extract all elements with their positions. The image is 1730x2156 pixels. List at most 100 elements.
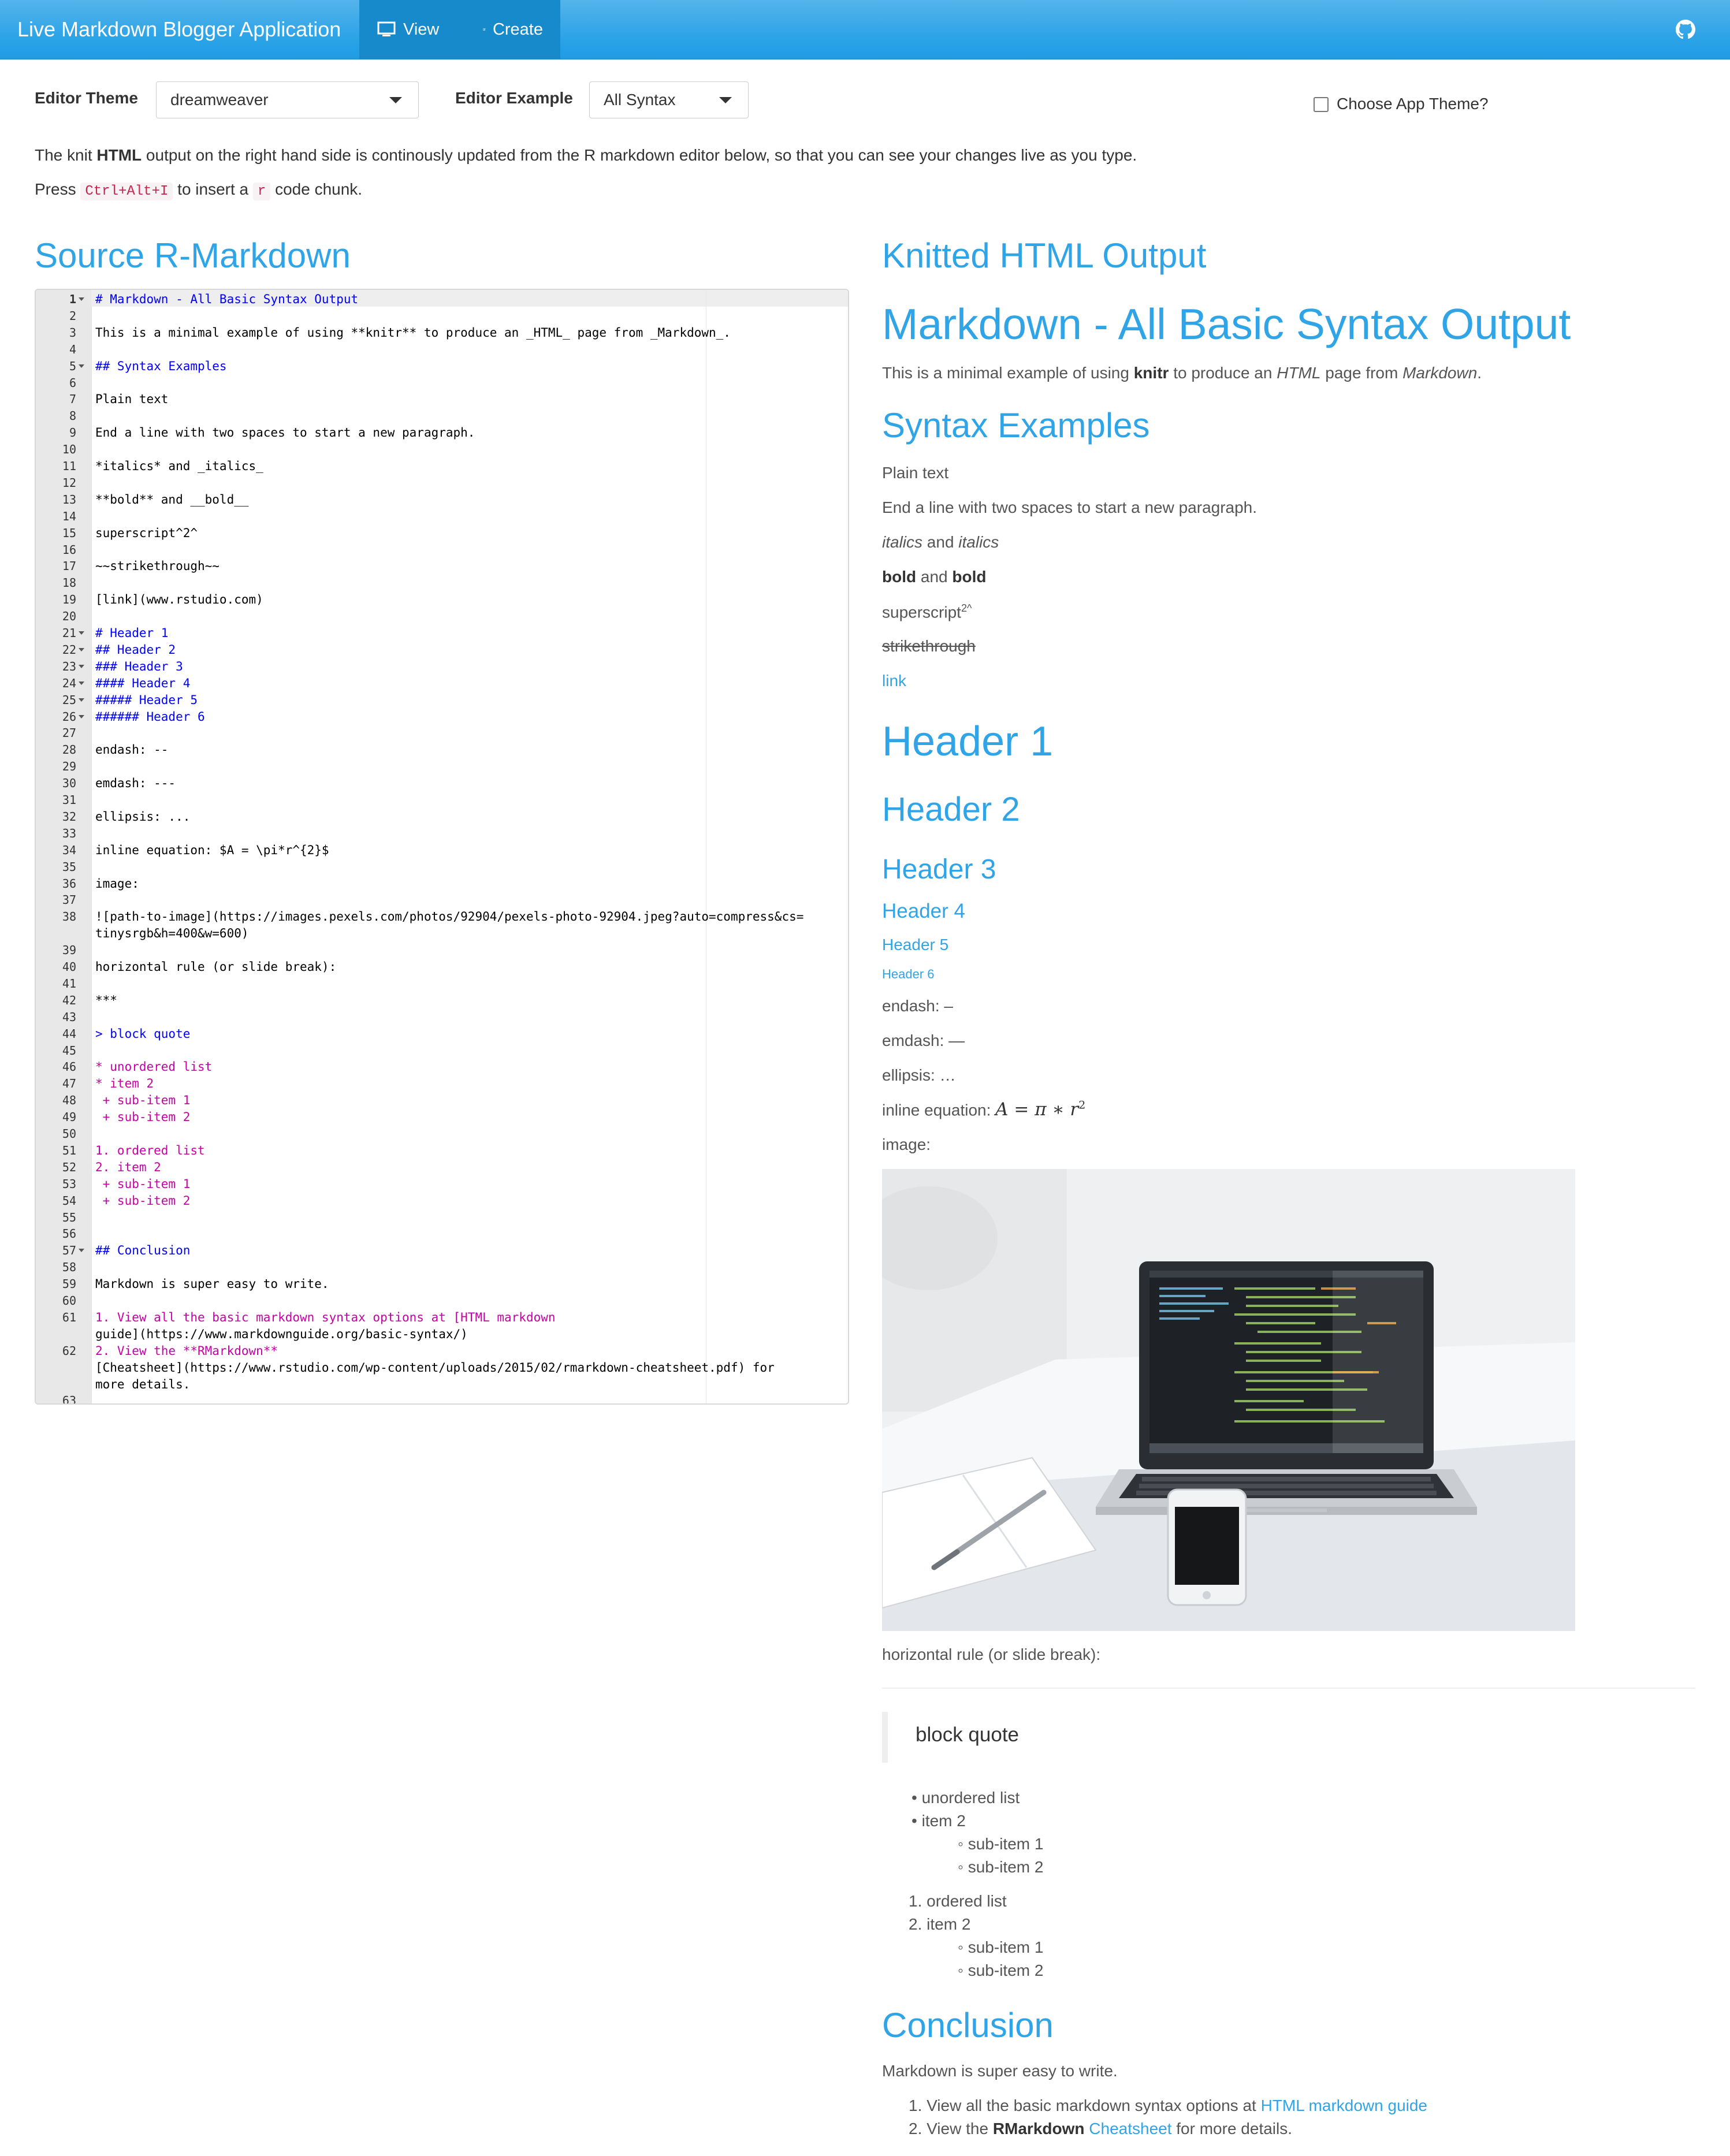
line-number: 50 [62, 1127, 76, 1141]
code-line: ### Header 3 [95, 659, 183, 673]
list-text: unordered list [921, 1789, 1020, 1807]
output-h1: Markdown - All Basic Syntax Output [882, 300, 1571, 348]
code-line: 1. View all the basic markdown syntax op… [95, 1310, 556, 1324]
r-code: r [252, 183, 271, 200]
superscript-line: superscript2^ [882, 602, 972, 621]
line-number: 37 [62, 893, 76, 907]
line-number: 60 [62, 1294, 76, 1308]
ol-sub-item-2: ◦ sub-item 2 [958, 1961, 1044, 1979]
line-number: 49 [62, 1110, 76, 1124]
code-line: 2. item 2 [95, 1160, 161, 1174]
line-number: 57 [62, 1243, 76, 1258]
cheatsheet-link[interactable]: Cheatsheet [1089, 2120, 1171, 2138]
line-number: 44 [62, 1026, 76, 1041]
ellipsis-line: ellipsis: … [882, 1066, 956, 1084]
line-number: 34 [62, 843, 76, 857]
fold-arrow-icon[interactable] [79, 681, 84, 685]
app-theme-label[interactable]: Choose App Theme? [1337, 95, 1489, 113]
text: page from [1320, 364, 1403, 382]
bold-text: bold [952, 568, 987, 586]
conclusion-text: Markdown is super easy to write. [882, 2062, 1118, 2080]
code-line: This is a minimal example of using **kni… [95, 325, 731, 340]
output-link[interactable]: link [882, 672, 906, 690]
code-line: superscript^2^ [95, 526, 198, 540]
horizontal-rule [882, 1688, 1695, 1689]
intro-line-2: Press Ctrl+Alt+I to insert a r code chun… [35, 180, 362, 200]
tab-view[interactable]: View [359, 0, 466, 59]
italics-line: italics and italics [882, 533, 999, 552]
bold-text: RMarkdown [992, 2120, 1085, 2138]
app-brand[interactable]: Live Markdown Blogger Application [17, 0, 341, 59]
block-quote: block quote [882, 1712, 1695, 1763]
emdash-line: emdash: — [882, 1032, 965, 1049]
line-number: 25 [62, 692, 76, 707]
code-editor[interactable]: 1 # Markdown - All Basic Syntax Output 2 3 T… [35, 289, 849, 1405]
code-line: + sub-item 2 [95, 1193, 191, 1208]
line-number: 28 [62, 743, 76, 757]
line-number: 47 [62, 1077, 76, 1091]
line-number: 63 [62, 1394, 76, 1405]
code-line: [Cheatsheet](https://www.rstudio.com/wp-… [95, 1360, 775, 1375]
conclusion-heading: Conclusion [882, 2006, 1054, 2045]
header-3: Header 3 [882, 854, 996, 885]
fold-arrow-icon[interactable] [79, 631, 84, 635]
editor-example-value: All Syntax [604, 91, 676, 109]
superscript: 2^ [961, 602, 972, 614]
code-line: * unordered list [95, 1060, 213, 1074]
line-number: 59 [62, 1277, 76, 1291]
code-line: horizontal rule (or slide break): [95, 960, 337, 974]
line-number: 26 [62, 709, 76, 724]
line-number: 21 [62, 626, 76, 640]
code-line: ## Header 2 [95, 642, 176, 657]
tab-create[interactable]: Create [466, 0, 560, 59]
tab-view-label: View [403, 20, 440, 39]
text: and [916, 568, 953, 586]
strikethrough-text: strikethrough [882, 637, 976, 655]
code-line: endash: -- [95, 743, 169, 757]
code-line: guide](https://www.markdownguide.org/bas… [95, 1327, 468, 1341]
line-number: 6 [69, 375, 76, 390]
line-number: 41 [62, 976, 76, 991]
line-number: 51 [62, 1143, 76, 1157]
code-line: + sub-item 1 [95, 1093, 191, 1108]
fold-arrow-icon[interactable] [79, 647, 84, 651]
line-number: 4 [69, 342, 76, 356]
fold-arrow-icon[interactable] [79, 698, 84, 702]
tab-create-label: Create [492, 20, 543, 39]
italic-text: italics [958, 533, 999, 551]
line-number: 38 [62, 910, 76, 924]
editor-theme-select[interactable]: dreamweaver [156, 81, 419, 118]
line-number: 48 [62, 1093, 76, 1108]
app-theme-checkbox[interactable] [1314, 97, 1329, 112]
line-number: 7 [69, 392, 76, 407]
editor-example-select[interactable]: All Syntax [589, 81, 749, 118]
line-number: 43 [62, 1010, 76, 1024]
chevron-down-icon [389, 97, 402, 103]
html-markdown-guide-link[interactable]: HTML markdown guide [1261, 2097, 1427, 2114]
fold-arrow-icon[interactable] [79, 297, 84, 301]
code-line: ##### Header 5 [95, 692, 198, 707]
line-number: 32 [62, 809, 76, 824]
line-number: 17 [62, 559, 76, 574]
equation-line: inline equation: A = π ∗ r2 [882, 1099, 1085, 1120]
editor-theme-value: dreamweaver [170, 91, 269, 109]
text: View the [927, 2120, 993, 2138]
output-intro: This is a minimal example of using knitr… [882, 364, 1482, 382]
line-number: 52 [62, 1160, 76, 1174]
line-number: 2 [69, 308, 76, 323]
code-line: inline equation: $A = \pi*r^{2}$ [95, 843, 329, 857]
fold-arrow-icon[interactable] [79, 364, 84, 368]
text: inline equation: [882, 1101, 996, 1119]
italic-text: HTML [1277, 364, 1321, 382]
fold-arrow-icon[interactable] [79, 714, 84, 718]
github-icon[interactable] [1676, 20, 1695, 39]
fold-arrow-icon[interactable] [79, 664, 84, 668]
ol-sub-item-1: ◦ sub-item 1 [958, 1938, 1044, 1956]
list-text: item 2 [927, 1915, 971, 1933]
fold-arrow-icon[interactable] [79, 1249, 84, 1253]
code-line: Markdown is super easy to write. [95, 1277, 329, 1291]
code-line: *** [95, 993, 117, 1007]
code-line: emdash: --- [95, 776, 176, 791]
code-line: image: [95, 876, 139, 891]
header-5: Header 5 [882, 936, 949, 954]
